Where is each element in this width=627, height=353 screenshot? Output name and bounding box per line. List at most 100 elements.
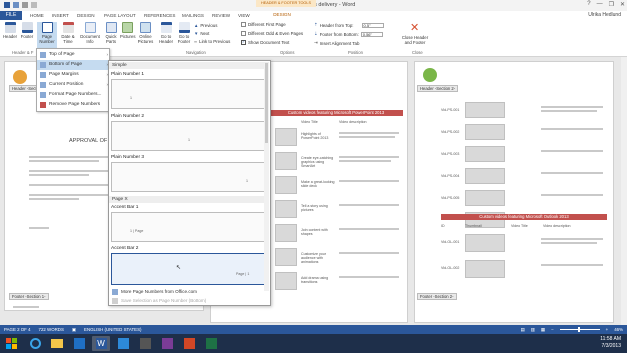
header-button[interactable]: Header xyxy=(2,22,18,39)
tab-file[interactable]: FILE xyxy=(0,11,22,20)
page-number-icon xyxy=(41,22,53,33)
menu-item-top-of-page[interactable]: Top of Page › xyxy=(37,50,111,60)
footer-from-bottom-input[interactable]: 0.56" xyxy=(360,31,383,37)
show-document-text-checkbox[interactable] xyxy=(241,40,246,45)
show-document-text-option[interactable]: Show Document Text xyxy=(241,40,289,45)
col-header-thumbnail: Thumbnail xyxy=(465,224,482,228)
tab-mailings[interactable]: MAILINGS xyxy=(182,11,204,20)
page-3[interactable]: Header -Section 2- Vid-PS-001 Vid-PS-002… xyxy=(414,61,614,323)
vertical-scrollbar[interactable] xyxy=(621,57,627,325)
page-count[interactable]: PAGE 2 OF 4 xyxy=(4,325,31,334)
gallery-item-accent-bar-1[interactable]: 1 | Page xyxy=(111,212,265,242)
pictures-icon xyxy=(122,22,133,33)
tab-hf-design[interactable]: DESIGN xyxy=(268,12,296,19)
gallery-scroll-thumb[interactable] xyxy=(265,63,268,143)
video-thumbnail xyxy=(465,124,505,140)
tab-view[interactable]: VIEW xyxy=(238,11,250,20)
outlook-icon[interactable] xyxy=(70,336,88,351)
text-line xyxy=(339,136,395,138)
system-clock[interactable]: 11:58 AM 7/3/2013 xyxy=(600,336,621,350)
menu-item-remove-page-numbers[interactable]: Remove Page Numbers xyxy=(37,100,111,110)
menu-item-page-margins[interactable]: Page Margins › xyxy=(37,70,111,80)
text-line xyxy=(541,110,597,112)
go-to-header-icon xyxy=(160,22,172,33)
text-line xyxy=(339,276,399,278)
text-line xyxy=(13,306,39,308)
internet-explorer-icon[interactable] xyxy=(26,336,44,351)
group-close: Close xyxy=(412,50,423,55)
different-odd-even-option[interactable]: Different Odd & Even Pages xyxy=(241,31,303,36)
gallery-item-plain-number-3[interactable]: 1 xyxy=(111,162,265,192)
gallery-item-accent-bar-2[interactable]: Page | 1 ↖ xyxy=(111,253,265,285)
taskbar: W 11:58 AM 7/3/2013 xyxy=(0,334,627,353)
menu-item-format-page-numbers[interactable]: Format Page Numbers... xyxy=(37,90,111,100)
help-icon[interactable]: ? xyxy=(587,1,590,8)
powerpoint-icon[interactable] xyxy=(180,336,198,351)
bottom-of-page-icon xyxy=(40,62,46,68)
app-icon[interactable] xyxy=(202,336,220,351)
link-to-previous-button[interactable]: ∞ Link to Previous xyxy=(194,39,230,44)
web-layout-icon[interactable]: ▦ xyxy=(541,325,545,334)
user-account[interactable]: Ulrika Hedlund xyxy=(588,11,621,20)
word-count[interactable]: 722 WORDS xyxy=(39,325,64,334)
minimize-icon[interactable]: — xyxy=(597,1,603,8)
date-time-button[interactable]: Date & Time xyxy=(60,22,76,44)
format-page-numbers-icon xyxy=(40,92,46,98)
zoom-out-icon[interactable]: − xyxy=(551,325,554,334)
video-thumbnail xyxy=(465,168,505,184)
go-to-footer-button[interactable]: Go to Footer xyxy=(176,22,192,44)
online-pictures-button[interactable]: Online Pictures xyxy=(137,22,154,44)
insert-alignment-tab-button[interactable]: ⇥ Insert Alignment Tab xyxy=(314,40,359,46)
quick-parts-button[interactable]: Quick Parts xyxy=(103,22,119,44)
document-info-button[interactable]: Document Info xyxy=(80,22,100,44)
tab-references[interactable]: REFERENCES xyxy=(144,11,175,20)
tab-home[interactable]: HOME xyxy=(30,11,44,20)
pictures-button[interactable]: Pictures xyxy=(120,22,136,39)
logo-icon xyxy=(13,70,27,84)
different-first-page-checkbox[interactable] xyxy=(241,22,246,27)
file-explorer-icon[interactable] xyxy=(48,336,66,351)
video-thumbnail xyxy=(465,146,505,162)
windows-start-icon[interactable] xyxy=(5,337,18,350)
tab-page-layout[interactable]: PAGE LAYOUT xyxy=(104,11,136,20)
onenote-icon[interactable] xyxy=(158,336,176,351)
language[interactable]: ENGLISH (UNITED STATES) xyxy=(84,325,141,334)
different-odd-even-checkbox[interactable] xyxy=(241,31,246,36)
different-first-page-option[interactable]: Different First Page xyxy=(241,22,286,27)
next-button[interactable]: ▼ Next xyxy=(194,31,209,36)
print-layout-icon[interactable]: ▥ xyxy=(531,325,535,334)
ribbon-tabs: FILE HOME INSERT DESIGN PAGE LAYOUT REFE… xyxy=(0,11,627,20)
col-header-description: Video description xyxy=(543,224,571,228)
tab-design[interactable]: DESIGN xyxy=(77,11,95,20)
word-taskbar-icon[interactable]: W xyxy=(92,336,110,351)
close-header-footer-button[interactable]: Close Header and Footer xyxy=(398,35,432,45)
table-title-outlook: Custom videos featuring Microsoft Outloo… xyxy=(441,214,607,220)
video-thumbnail xyxy=(275,152,297,170)
zoom-level[interactable]: 46% xyxy=(614,325,623,334)
menu-item-current-position[interactable]: Current Position › xyxy=(37,80,111,90)
tab-review[interactable]: REVIEW xyxy=(212,11,230,20)
lync-icon[interactable] xyxy=(114,336,132,351)
tab-insert[interactable]: INSERT xyxy=(52,11,69,20)
gallery-section-simple: Simple xyxy=(109,62,269,69)
proofing-icon[interactable]: ▣ xyxy=(72,325,76,334)
gallery-scrollbar[interactable] xyxy=(264,63,269,291)
read-mode-icon[interactable]: ▤ xyxy=(521,325,525,334)
gallery-item-plain-number-2[interactable]: 1 xyxy=(111,121,265,151)
menu-item-bottom-of-page[interactable]: Bottom of Page › xyxy=(37,60,111,70)
restore-icon[interactable]: ❐ xyxy=(609,1,614,8)
footer-button[interactable]: Footer xyxy=(19,22,35,39)
close-window-icon[interactable]: ✕ xyxy=(620,1,625,8)
zoom-in-icon[interactable]: + xyxy=(606,325,609,334)
text-line xyxy=(541,172,603,174)
go-to-header-button[interactable]: Go to Header xyxy=(158,22,174,44)
text-line xyxy=(29,170,109,172)
previous-button[interactable]: ▲ Previous xyxy=(194,23,217,28)
next-icon: ▼ xyxy=(194,31,199,36)
gallery-item-plain-number-1[interactable]: 1 xyxy=(111,79,265,109)
more-page-numbers-office-com[interactable]: More Page Numbers from Office.com xyxy=(109,288,270,296)
header-from-top-input[interactable]: 0.5" xyxy=(361,22,384,28)
recorder-icon[interactable] xyxy=(136,336,154,351)
page-number-button[interactable]: Page Number xyxy=(37,22,57,49)
zoom-slider[interactable] xyxy=(559,327,600,332)
